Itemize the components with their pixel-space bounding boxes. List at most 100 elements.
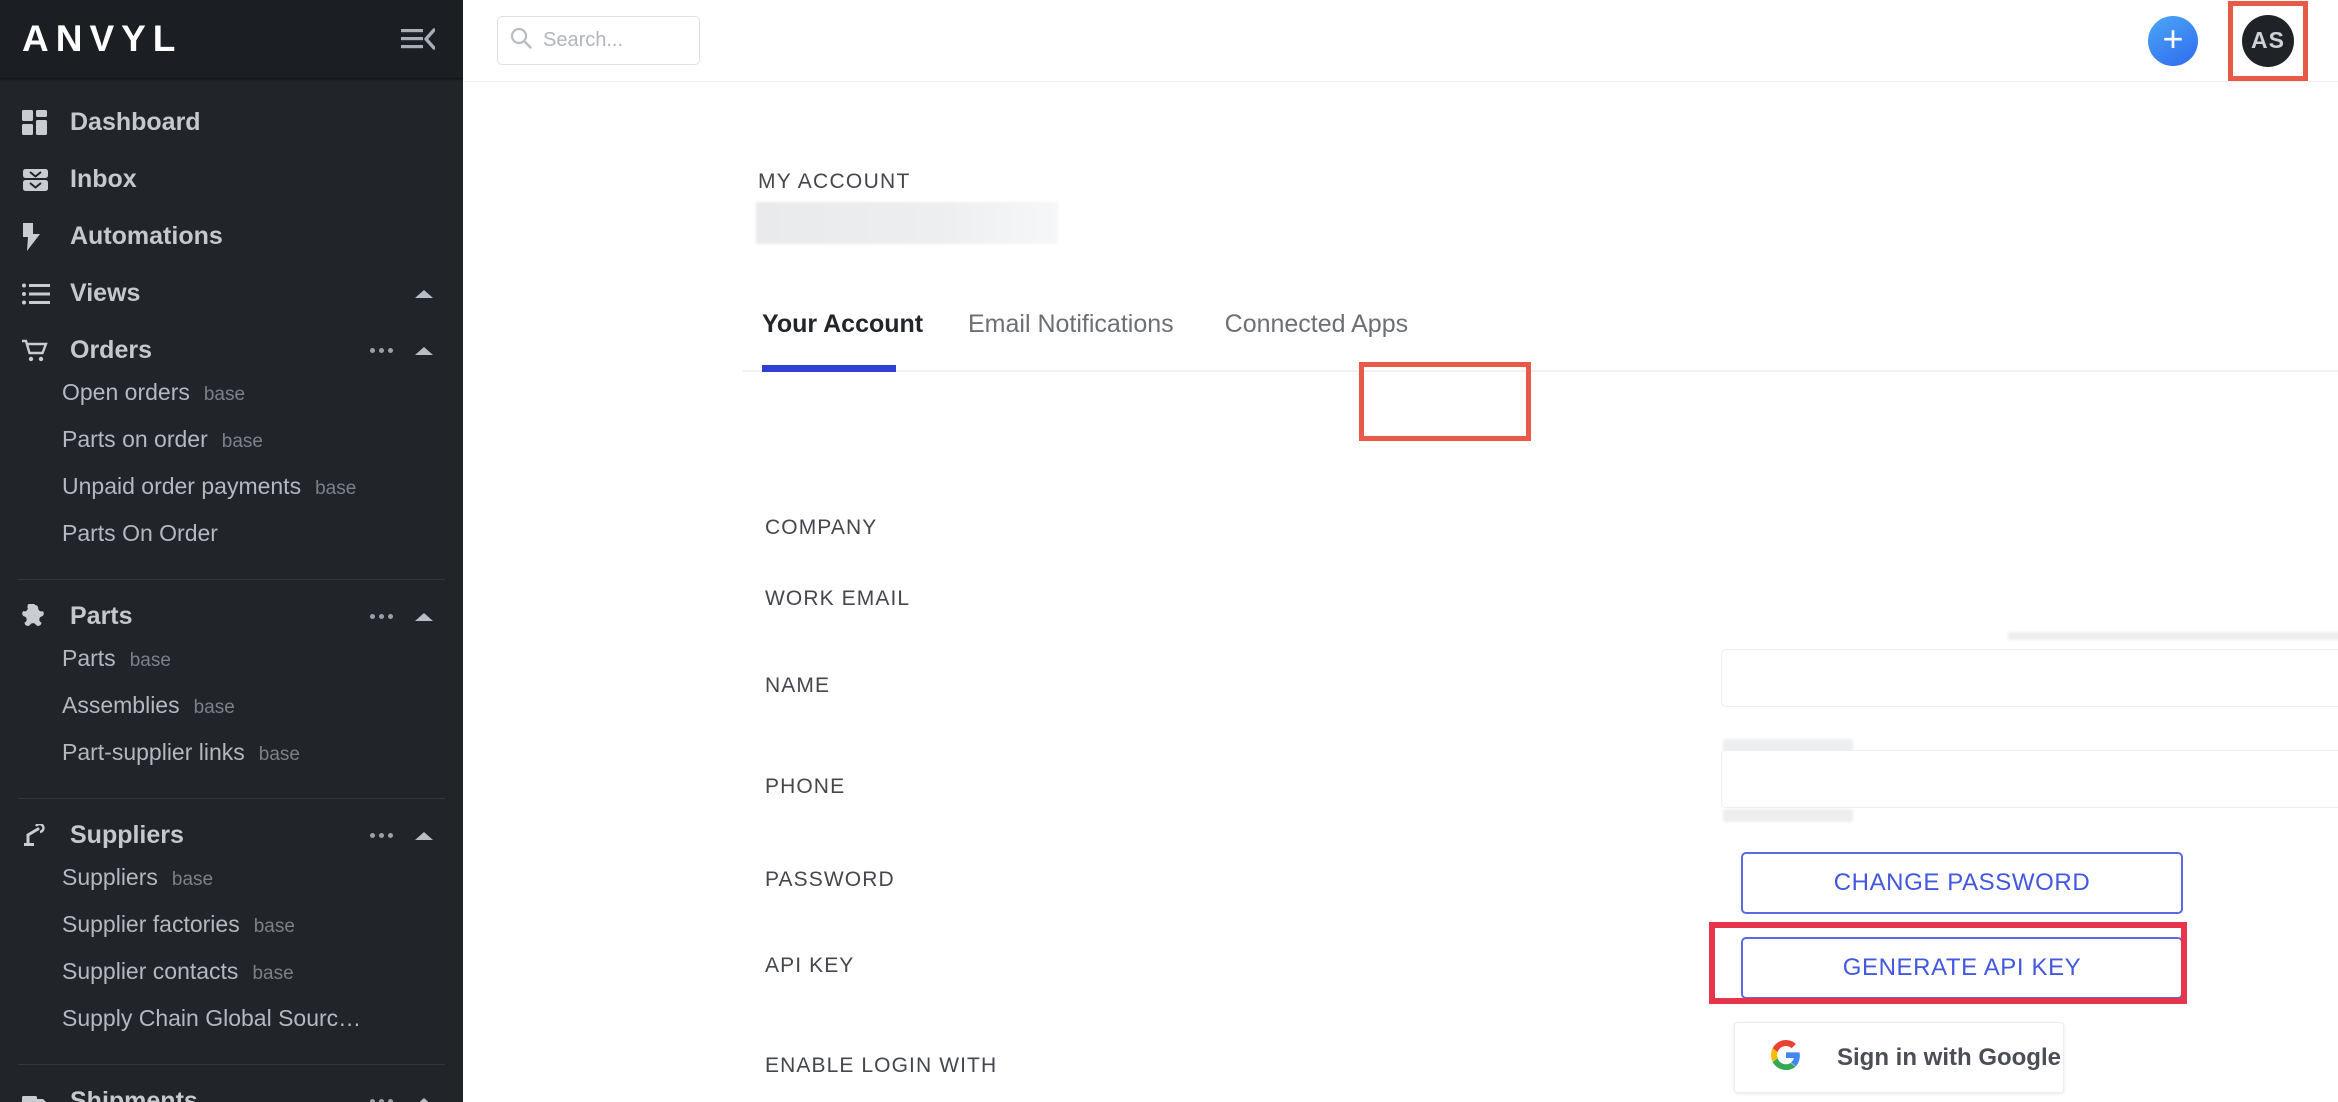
list-item[interactable]: Supply Chain Global Sourc… [0,1005,463,1052]
tab-bar: Your Account Email Notifications Connect… [743,304,2338,372]
phone-value-redacted [1723,809,1853,822]
list-item[interactable]: Open orders base [0,379,463,426]
tab-email-notifications[interactable]: Email Notifications [915,304,1174,372]
lightning-bolt-icon [22,222,54,251]
sidebar-header: ANVYL [0,0,463,78]
list-item[interactable]: Parts On Order [0,520,463,567]
avatar[interactable]: AS [2242,14,2294,67]
tab-label: Email Notifications [968,310,1174,338]
avatar-highlight-box: AS [2228,0,2308,81]
search-icon [510,27,532,54]
sidebar-section-suppliers[interactable]: Suppliers [0,807,463,864]
truck-icon [22,1089,54,1102]
puzzle-piece-icon [22,603,54,630]
sidebar-subitem-label: Parts On Order [62,520,218,546]
sidebar-section-label: Parts [70,602,133,630]
sidebar-section-label: Suppliers [70,821,184,849]
search-input[interactable]: Search... [497,16,700,65]
sidebar-item-automations[interactable]: Automations [0,208,463,265]
field-label-name: NAME [765,674,831,697]
sidebar-section-orders[interactable]: Orders [0,322,463,379]
tab-active-underline [762,365,896,372]
phone-field[interactable] [1721,750,2338,808]
change-password-button[interactable]: CHANGE PASSWORD [1741,852,2183,914]
list-item[interactable]: Part-supplier links base [0,739,463,786]
sidebar-section-controls [370,831,463,840]
caret-up-icon[interactable] [415,289,433,298]
sidebar-divider [18,1064,445,1065]
sidebar-subitem-badge: base [129,650,171,671]
sidebar-subitem-badge: base [253,916,295,937]
list-item[interactable]: Parts base [0,645,463,692]
sidebar-subitem-badge: base [221,431,263,452]
sidebar-item-label: Inbox [70,165,137,193]
tab-label: Connected Apps [1224,310,1409,338]
sign-in-with-google-button[interactable]: Sign in with Google [1734,1022,2064,1093]
robot-arm-icon [22,823,54,849]
sidebar-collapse-icon[interactable] [401,28,435,50]
search-placeholder: Search... [543,29,624,51]
plus-icon: + [2162,17,2184,59]
page-title: MY ACCOUNT [758,170,911,193]
list-item[interactable]: Supplier contacts base [0,958,463,1005]
sidebar-primary-nav: Dashboard Inbox Automations Views Orders… [0,81,463,1102]
field-label-password: PASSWORD [765,868,895,891]
field-label-work-email: WORK EMAIL [765,587,911,610]
top-bar-actions: + AS [2148,0,2308,81]
sidebar-subitem-label: Parts [62,645,116,671]
sidebar-section-parts[interactable]: Parts [0,588,463,645]
google-g-icon [1771,1040,1801,1075]
generate-api-key-button[interactable]: GENERATE API KEY [1741,937,2183,999]
list-item[interactable]: Unpaid order payments base [0,473,463,520]
sidebar-section-shipments[interactable]: Shipments [0,1073,463,1102]
sidebar-subitem-badge: base [171,869,214,890]
field-label-company: COMPANY [765,516,878,539]
add-button[interactable]: + [2148,15,2198,66]
sidebar-subitem-label: Unpaid order payments [62,473,302,499]
list-item[interactable]: Supplier factories base [0,911,463,958]
caret-up-icon[interactable] [415,612,433,621]
sidebar-item-dashboard[interactable]: Dashboard [0,94,463,151]
list-item[interactable]: Suppliers base [0,864,463,911]
sidebar-section-controls [370,612,463,621]
sidebar-item-label: Dashboard [70,108,201,136]
shopping-cart-icon [22,338,54,364]
sidebar-subitem-label: Part-supplier links [62,739,245,765]
sidebar-subitem-label: Suppliers [62,864,158,890]
sidebar-section-label: Orders [70,336,152,364]
sidebar-subitem-label: Supplier contacts [62,958,239,984]
dashboard-grid-icon [22,109,54,136]
sidebar-item-label: Views [70,279,141,307]
company-value-redacted [2008,632,2338,640]
caret-up-icon[interactable] [415,831,433,840]
caret-up-icon[interactable] [415,1097,433,1102]
ellipsis-icon[interactable] [370,833,393,838]
ellipsis-icon[interactable] [370,348,393,353]
sidebar-subitem-badge: base [258,744,300,765]
account-name-redacted [756,202,1058,244]
field-label-api-key: API KEY [765,954,855,977]
sidebar-item-inbox[interactable]: Inbox [0,151,463,208]
sidebar-divider [18,579,445,580]
field-label-enable-login: ENABLE LOGIN WITH [765,1054,998,1077]
sidebar-divider [18,798,445,799]
sidebar-subitem-label: Supply Chain Global Sourc… [62,1005,362,1031]
top-bar: Search... + AS [463,0,2338,82]
tab-your-account[interactable]: Your Account [743,304,923,372]
ellipsis-icon[interactable] [370,614,393,619]
list-item[interactable]: Parts on order base [0,426,463,473]
sidebar-subitem-badge: base [203,384,246,405]
main-area: Search... + AS MY ACCOUNT Your Account E… [463,0,2338,1102]
caret-up-icon[interactable] [415,346,433,355]
google-button-label: Sign in with Google [1837,1043,2061,1071]
sidebar-section-controls [370,1097,463,1102]
list-item[interactable]: Assemblies base [0,692,463,739]
sidebar-subitem-label: Assemblies [62,692,180,718]
sidebar-item-views[interactable]: Views [0,265,463,322]
tab-connected-apps[interactable]: Connected Apps [1174,304,1408,372]
app-root: ANVYL Dashboard Inbox Automations Views … [0,0,2338,1102]
name-field[interactable] [1721,649,2338,707]
sidebar-subitem-badge: base [252,963,294,984]
sidebar-subitem-badge: base [193,697,235,718]
sidebar-subitem-label: Open orders [62,379,190,405]
